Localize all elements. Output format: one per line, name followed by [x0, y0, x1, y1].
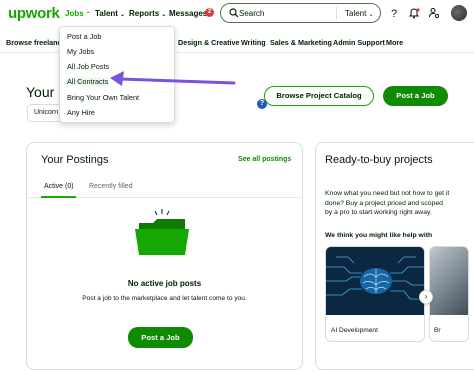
project-card[interactable]: Br	[429, 246, 469, 342]
user-settings-icon[interactable]	[428, 7, 440, 19]
folder-icon	[135, 209, 189, 255]
ready-to-buy-description: Know what you need but not how to get it…	[325, 190, 450, 216]
chevron-down-icon: ⌄	[161, 12, 167, 18]
search-scope-label: Talent	[345, 9, 367, 18]
menu-item-post-a-job[interactable]: Post a Job	[67, 32, 101, 41]
browse-project-catalog-button[interactable]: Browse Project Catalog	[264, 86, 374, 106]
menu-item-my-jobs[interactable]: My Jobs	[67, 47, 94, 56]
project-label: Br	[434, 327, 441, 334]
subnav-writing[interactable]: Writing	[241, 38, 266, 47]
post-a-job-button[interactable]: Post a Job	[383, 86, 448, 106]
nav-talent-label: Talent	[95, 9, 118, 18]
messages-badge: 2	[205, 8, 214, 17]
project-image	[430, 247, 468, 315]
postings-title: Your Postings	[41, 154, 109, 166]
menu-item-all-job-posts[interactable]: All Job Posts	[67, 62, 109, 71]
help-icon[interactable]: ?	[388, 7, 400, 19]
chevron-right-icon[interactable]: ›	[419, 290, 433, 304]
subnav-browse-freelance[interactable]: Browse freelance	[6, 38, 66, 47]
empty-state-title: No active job posts	[127, 279, 202, 288]
search-divider	[336, 7, 337, 19]
bell-icon[interactable]	[408, 7, 420, 19]
tab-recently-filled[interactable]: Recently filled	[89, 183, 133, 190]
subnav-design-creative[interactable]: Design & Creative	[178, 38, 240, 47]
ai-brain-image	[326, 247, 424, 315]
nav-talent[interactable]: Talent ⌄	[95, 9, 125, 18]
chevron-down-icon: ⌄	[368, 12, 374, 18]
menu-item-any-hire[interactable]: Any Hire	[67, 108, 95, 117]
search-scope-select[interactable]: Talent ⌄	[345, 9, 374, 18]
chevron-down-icon: ⌄	[119, 12, 125, 18]
search-icon	[229, 8, 239, 18]
upwork-logo[interactable]: upwork	[8, 5, 60, 22]
project-card[interactable]: AI Development	[325, 246, 425, 342]
subnav-admin-support[interactable]: Admin Support	[333, 38, 385, 47]
postings-card: Your Postings See all postings Active (0…	[26, 142, 303, 370]
menu-item-bring-your-own-talent[interactable]: Bring Your Own Talent	[67, 93, 139, 102]
svg-text:?: ?	[391, 8, 397, 19]
tab-active[interactable]: Active (0)	[44, 183, 74, 190]
subnav-more[interactable]: More	[386, 38, 403, 47]
project-label: AI Development	[331, 327, 378, 334]
post-a-job-button[interactable]: Post a Job	[128, 327, 193, 348]
avatar[interactable]	[451, 5, 467, 21]
nav-messages[interactable]: Messages	[169, 9, 207, 18]
chevron-up-icon: ⌃	[85, 12, 91, 18]
nav-reports-label: Reports	[129, 9, 160, 18]
annotation-arrow	[110, 71, 236, 86]
top-bar: upwork Jobs ⌃ Talent ⌄ Reports ⌄ Messages 2…	[0, 0, 474, 28]
see-all-postings-link[interactable]: See all postings	[238, 156, 291, 163]
search-bar[interactable]: Search Talent ⌄	[220, 3, 381, 23]
nav-jobs-label: Jobs	[65, 9, 84, 18]
subnav-sales-marketing[interactable]: Sales & Marketing	[270, 38, 332, 47]
nav-messages-label: Messages	[169, 9, 208, 18]
ready-to-buy-subtitle: We think you might like help with	[325, 232, 433, 239]
menu-item-all-contracts[interactable]: All Contracts	[67, 77, 109, 86]
ready-to-buy-card: Ready-to-buy projects Know what you need…	[315, 142, 474, 370]
search-input[interactable]: Search	[239, 9, 264, 18]
empty-state-description: Post a job to the marketplace and let ta…	[82, 295, 247, 302]
nav-jobs[interactable]: Jobs ⌃	[65, 9, 91, 18]
active-tab-indicator	[41, 196, 76, 198]
ready-to-buy-title: Ready-to-buy projects	[325, 154, 433, 166]
nav-reports[interactable]: Reports ⌄	[129, 9, 166, 18]
